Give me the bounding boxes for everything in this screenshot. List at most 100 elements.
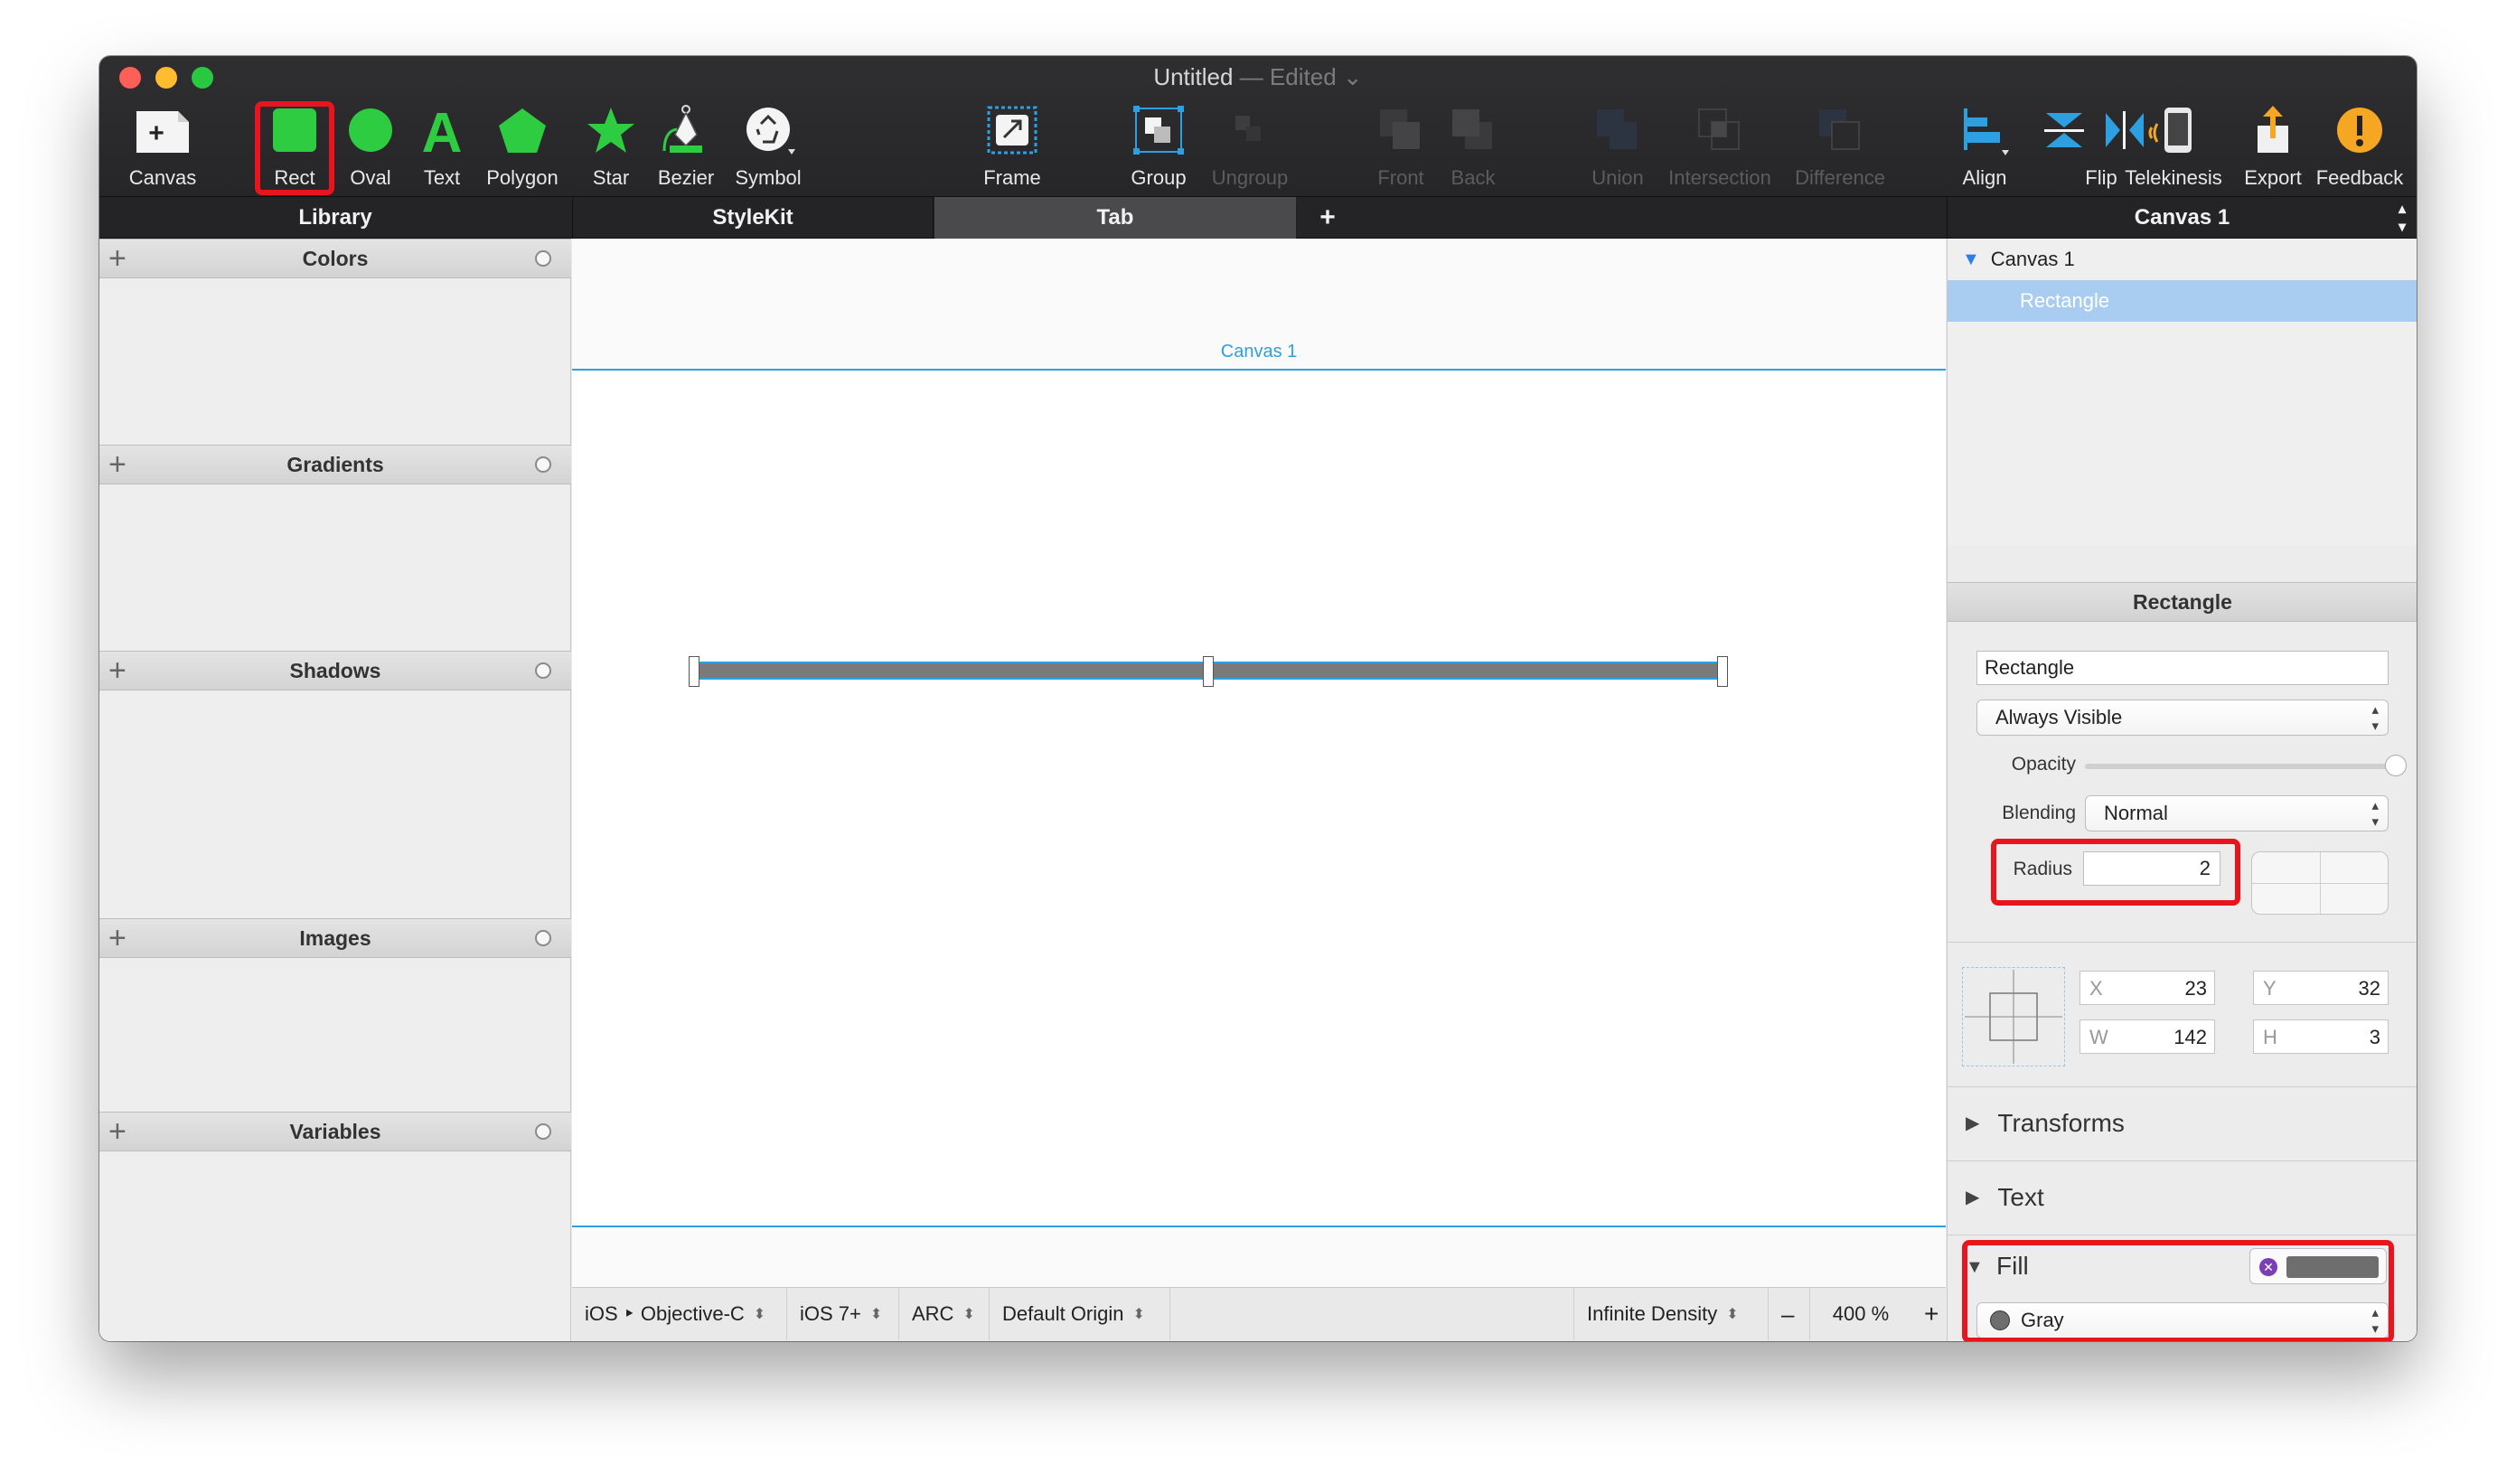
group-icon [1128,99,1189,161]
section-label: Transforms [1997,1108,2125,1137]
add-tab-button[interactable]: + [1296,197,1359,239]
tool-label: Symbol [735,166,802,189]
zoom-in-button[interactable]: + [1911,1288,1946,1340]
disclosure-triangle-icon[interactable]: ▶ [1966,1186,1979,1208]
export-button[interactable]: Export [2237,99,2309,193]
svg-text:A: A [422,105,463,155]
section-options-icon[interactable] [535,930,551,946]
intersection-button[interactable]: Intersection [1661,99,1779,193]
h-label: H [2263,1026,2277,1048]
resizing-mask-icon[interactable] [1962,967,2065,1066]
symbol-tool-button[interactable]: Symbol [723,99,813,193]
canvas-area[interactable]: Canvas 1 [572,239,1946,1287]
add-icon[interactable]: + [108,449,127,480]
section-label: Shadows [289,658,381,682]
w-value: 142 [2173,1026,2207,1048]
canvas-tool-button[interactable]: + Canvas [112,99,213,193]
send-back-button[interactable]: Back [1437,99,1509,193]
tree-item-rectangle[interactable]: Rectangle [1948,280,2417,322]
library-section-gradients[interactable]: + Gradients [99,445,571,484]
x-field[interactable]: X 23 [2079,971,2215,1005]
chevron-updown-icon: ⬍ [962,1307,975,1322]
layer-tree: ▼ Canvas 1 Rectangle [1948,239,2417,546]
y-field[interactable]: Y 32 [2253,971,2389,1005]
tool-label: Intersection [1668,166,1771,189]
add-icon[interactable]: + [108,243,127,274]
section-options-icon[interactable] [535,1123,551,1140]
window-title: Untitled — Edited ⌄ [99,63,2417,91]
canvas-name-label[interactable]: Canvas 1 [572,342,1946,362]
section-options-icon[interactable] [535,250,551,267]
telekinesis-button[interactable]: Telekinesis [2110,99,2237,193]
library-section-variables[interactable]: + Variables [99,1112,571,1151]
origin-popup[interactable]: Default Origin ⬍ [990,1288,1170,1340]
add-icon[interactable]: + [108,923,127,953]
library-section-images[interactable]: + Images [99,918,571,958]
tool-label: Star [592,166,630,189]
tab-tab[interactable]: Tab [934,197,1296,239]
corner-radius-widget[interactable] [2251,851,2389,915]
disclosure-triangle-icon[interactable]: ▼ [1962,249,1980,270]
rect-tool-highlight [255,101,334,195]
bezier-tool-button[interactable]: Bezier [645,99,727,193]
zoom-out-button[interactable]: – [1769,1288,1810,1340]
frame-tool-button[interactable]: Frame [967,99,1057,193]
chevron-updown-icon: ▴ ▾ [2371,798,2379,830]
x-label: X [2089,977,2103,1000]
h-field[interactable]: H 3 [2253,1019,2389,1054]
bring-front-button[interactable]: Front [1365,99,1437,193]
polygon-tool-button[interactable]: Polygon [477,99,568,193]
section-options-icon[interactable] [535,456,551,473]
add-icon[interactable]: + [108,1116,127,1147]
ungroup-button[interactable]: Ungroup [1200,99,1300,193]
opacity-slider[interactable] [2085,755,2407,776]
align-button[interactable]: Align [1948,99,2021,193]
union-button[interactable]: Union [1582,99,1654,193]
text-section[interactable]: ▶ Text [1948,1160,2417,1233]
resize-handle-center[interactable] [1203,656,1214,687]
opacity-slider-knob[interactable] [2385,755,2407,776]
group-button[interactable]: Group [1113,99,1204,193]
transforms-section[interactable]: ▶ Transforms [1948,1086,2417,1159]
oval-tool-button[interactable]: Oval [334,99,407,193]
chevron-updown-icon: ⬍ [753,1307,766,1322]
align-icon [1954,99,2015,161]
disclosure-triangle-icon[interactable]: ▶ [1966,1112,1979,1134]
resize-handle-right[interactable] [1717,656,1728,687]
feedback-icon [2329,99,2390,161]
library-section-shadows[interactable]: + Shadows [99,651,571,690]
ios-version-popup[interactable]: iOS 7+ ⬍ [787,1288,899,1340]
chevron-updown-icon: ⬍ [869,1307,883,1322]
w-field[interactable]: W 142 [2079,1019,2215,1054]
section-label: Gradients [286,452,384,476]
library-section-colors[interactable]: + Colors [99,239,571,278]
text-tool-button[interactable]: A Text [410,99,474,193]
tab-stylekit[interactable]: StyleKit [572,197,934,239]
add-icon[interactable]: + [108,655,127,686]
visibility-popup[interactable]: Always Visible ▴ ▾ [1976,700,2389,736]
canvas-selector-label: Canvas 1 [2134,205,2230,230]
tree-item-canvas[interactable]: ▼ Canvas 1 [1948,239,2417,280]
section-options-icon[interactable] [535,662,551,679]
chevron-updown-icon: ▴ ▾ [2371,702,2379,734]
feedback-button[interactable]: Feedback [2310,99,2409,193]
tool-label: Front [1377,166,1424,189]
memory-popup[interactable]: ARC ⬍ [899,1288,990,1340]
star-icon [580,99,642,161]
canvas-selector[interactable]: Canvas 1 ▴ ▾ [1947,197,2417,239]
chevron-updown-icon: ⬍ [1132,1307,1145,1322]
chevron-updown-icon: ▴ ▾ [2398,202,2406,235]
difference-button[interactable]: Difference [1786,99,1894,193]
ungroup-icon [1219,99,1281,161]
density-popup[interactable]: Infinite Density ⬍ [1573,1288,1769,1340]
blending-label: Blending [2002,803,2076,823]
resize-handle-left[interactable] [689,656,699,687]
language-popup[interactable]: iOS ‣ Objective-C ⬍ [572,1288,787,1340]
star-tool-button[interactable]: Star [575,99,647,193]
chevron-updown-icon: ⬍ [1726,1307,1739,1322]
window-title-text: Untitled [1153,63,1234,90]
name-field[interactable]: Rectangle [1976,651,2389,685]
blending-popup[interactable]: Normal ▴ ▾ [2085,795,2389,831]
telekinesis-phone-icon [2143,99,2204,161]
tool-label: Text [423,166,461,189]
